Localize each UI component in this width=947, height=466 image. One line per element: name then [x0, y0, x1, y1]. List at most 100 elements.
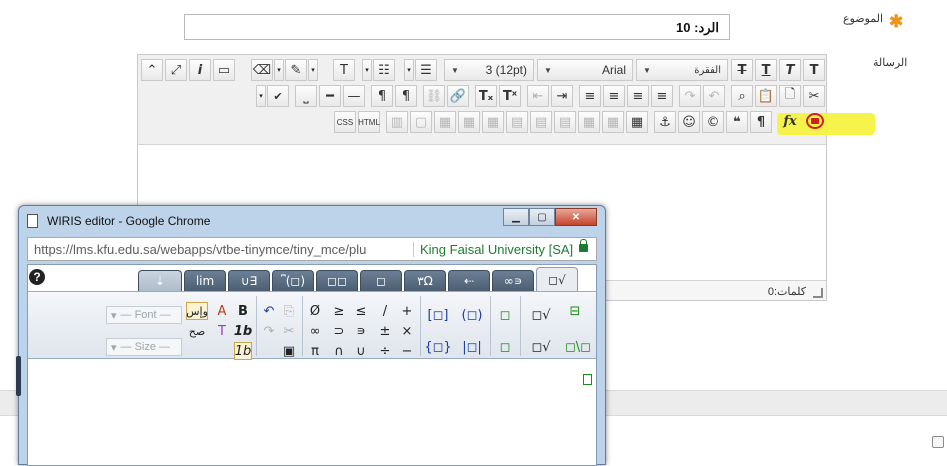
paste-icon[interactable]: 📋: [755, 85, 777, 107]
size-select[interactable]: ▾ — Size —: [106, 338, 182, 356]
divide-icon[interactable]: ÷: [376, 342, 394, 360]
square-brackets-icon[interactable]: [◻]: [426, 306, 450, 324]
spellcheck-icon[interactable]: ✔: [267, 85, 289, 107]
ltr-icon[interactable]: ¶: [395, 85, 417, 107]
intersection-icon[interactable]: ∩: [330, 342, 348, 360]
rtl-icon[interactable]: ¶: [371, 85, 393, 107]
math-formula-icon[interactable]: fx: [779, 110, 801, 132]
superset-icon[interactable]: ⊃: [330, 322, 348, 340]
empty-set-icon[interactable]: Ø: [306, 302, 324, 320]
geq-icon[interactable]: ≥: [330, 302, 348, 320]
option-checkbox[interactable]: [932, 436, 944, 448]
address-bar[interactable]: https://lms.kfu.edu.sa/webapps/vtbe-tiny…: [27, 237, 597, 261]
separator-line-icon[interactable]: —: [343, 85, 365, 107]
rtl-text-icon[interactable]: وإس: [186, 302, 208, 320]
fraction-icon[interactable]: ⊟: [566, 302, 584, 320]
tab-greek[interactable]: ٣Ω: [404, 270, 446, 291]
nth-root-icon[interactable]: ◻√: [530, 338, 552, 356]
subscript-template-icon[interactable]: ◻: [496, 338, 514, 356]
preview-icon[interactable]: ▭: [213, 59, 235, 81]
paragraph-select[interactable]: ▼ الفقرة: [636, 59, 728, 81]
tab-general[interactable]: ◻√: [536, 267, 578, 291]
outdent-icon[interactable]: ⇤: [527, 85, 549, 107]
undo-math-icon[interactable]: ↶: [260, 302, 278, 320]
table-cell-props-icon[interactable]: ▦: [578, 111, 600, 133]
curly-brackets-icon[interactable]: {◻}: [424, 338, 451, 356]
emoticon-icon[interactable]: ☺: [678, 111, 700, 133]
table-delete-row-icon[interactable]: ▤: [506, 111, 528, 133]
table-row-after-icon[interactable]: ▤: [530, 111, 552, 133]
infinity-icon[interactable]: ∞: [306, 322, 324, 340]
italic-icon[interactable]: T: [779, 59, 801, 81]
numbered-list-dropdown[interactable]: ▾: [404, 59, 414, 81]
help-icon[interactable]: ?: [29, 269, 45, 285]
minimize-button[interactable]: ▁: [503, 208, 529, 226]
fullscreen-icon[interactable]: ⤢: [165, 59, 187, 81]
align-center-icon[interactable]: ≡: [627, 85, 649, 107]
plus-minus-icon[interactable]: ±: [376, 322, 394, 340]
unlink-icon[interactable]: ⛓: [423, 85, 445, 107]
align-right-icon[interactable]: ≡: [603, 85, 625, 107]
copy-icon[interactable]: 🗋: [779, 85, 801, 107]
paste-math-icon[interactable]: ▣: [280, 342, 298, 360]
wiris-popup-window[interactable]: WIRIS editor - Google Chrome ▁ ▢ ✕ https…: [16, 205, 606, 466]
align-justify-icon[interactable]: ≡: [579, 85, 601, 107]
tab-limits[interactable]: lim: [184, 270, 226, 291]
text-color-dropdown[interactable]: ▾: [362, 59, 372, 81]
indent-icon[interactable]: ⇥: [551, 85, 573, 107]
tab-arrows[interactable]: ⇠: [448, 270, 490, 291]
font-color-icon[interactable]: A: [213, 302, 231, 320]
font-family-select[interactable]: ▼ Arial: [537, 59, 633, 81]
leq-icon[interactable]: ≤: [352, 302, 370, 320]
tab-matrices[interactable]: ◻: [360, 270, 402, 291]
tab-sets[interactable]: ∪∃: [228, 270, 270, 291]
pi-icon[interactable]: π: [306, 342, 324, 360]
tab-brackets[interactable]: ⎴(◻): [272, 270, 314, 291]
strikethrough-icon[interactable]: T: [731, 59, 753, 81]
align-left-icon[interactable]: ≡: [651, 85, 673, 107]
table-split-icon[interactable]: ▥: [386, 111, 408, 133]
resize-handle-icon[interactable]: [813, 288, 823, 298]
slash-icon[interactable]: /: [376, 302, 394, 320]
table-col-before-icon[interactable]: ▦: [482, 111, 504, 133]
eraser-dropdown[interactable]: ▾: [274, 59, 284, 81]
bold-math-icon[interactable]: B: [234, 302, 252, 320]
font-size-select[interactable]: ▼ 3 (12pt): [444, 59, 534, 81]
expand-toolbar-icon[interactable]: ⌃: [141, 59, 163, 81]
redo-math-icon[interactable]: ↷: [260, 322, 278, 340]
font-select[interactable]: ▾ — Font —: [106, 306, 182, 324]
plus-icon[interactable]: +: [398, 302, 416, 320]
superscript-icon[interactable]: Tˣ: [499, 85, 521, 107]
tab-symbols[interactable]: ∞∍: [492, 270, 534, 291]
absolute-value-icon[interactable]: |◻|: [460, 338, 484, 356]
table-row-props-icon[interactable]: ▦: [602, 111, 624, 133]
subscript-icon[interactable]: Tₓ: [475, 85, 497, 107]
link-icon[interactable]: 🔗: [447, 85, 469, 107]
highlighter-dropdown[interactable]: ▾: [308, 59, 318, 81]
redo-icon[interactable]: ↷: [679, 85, 701, 107]
table-icon[interactable]: ▦: [626, 111, 648, 133]
horizontal-rule-icon[interactable]: ━: [319, 85, 341, 107]
undo-icon[interactable]: ↶: [703, 85, 725, 107]
maximize-button[interactable]: ▢: [529, 208, 555, 226]
tab-home[interactable]: ⇣: [138, 270, 182, 291]
html-button[interactable]: HTML: [358, 111, 380, 133]
underline-icon[interactable]: T: [755, 59, 777, 81]
times-icon[interactable]: ×: [398, 322, 416, 340]
formula-cursor-icon[interactable]: [583, 374, 592, 385]
bold-icon[interactable]: T: [803, 59, 825, 81]
table-col-after-icon[interactable]: ▦: [458, 111, 480, 133]
square-root-icon[interactable]: ◻√: [530, 306, 552, 324]
text-mode-icon[interactable]: T: [213, 322, 231, 340]
bullet-list-icon[interactable]: ☰: [415, 59, 437, 81]
table-delete-col-icon[interactable]: ▦: [434, 111, 456, 133]
nonbreaking-space-icon[interactable]: ⎵: [295, 85, 317, 107]
math-mode-icon[interactable]: 1b: [234, 342, 252, 360]
cut-icon[interactable]: ✂: [803, 85, 825, 107]
table-row-before-icon[interactable]: ▤: [554, 111, 576, 133]
paragraph-mark-icon[interactable]: ¶: [750, 111, 772, 133]
bevelled-fraction-icon[interactable]: ◻\◻: [565, 338, 591, 356]
tab-scripts[interactable]: ◻◻: [316, 270, 358, 291]
union-icon[interactable]: ∪: [352, 342, 370, 360]
minus-icon[interactable]: −: [398, 342, 416, 360]
